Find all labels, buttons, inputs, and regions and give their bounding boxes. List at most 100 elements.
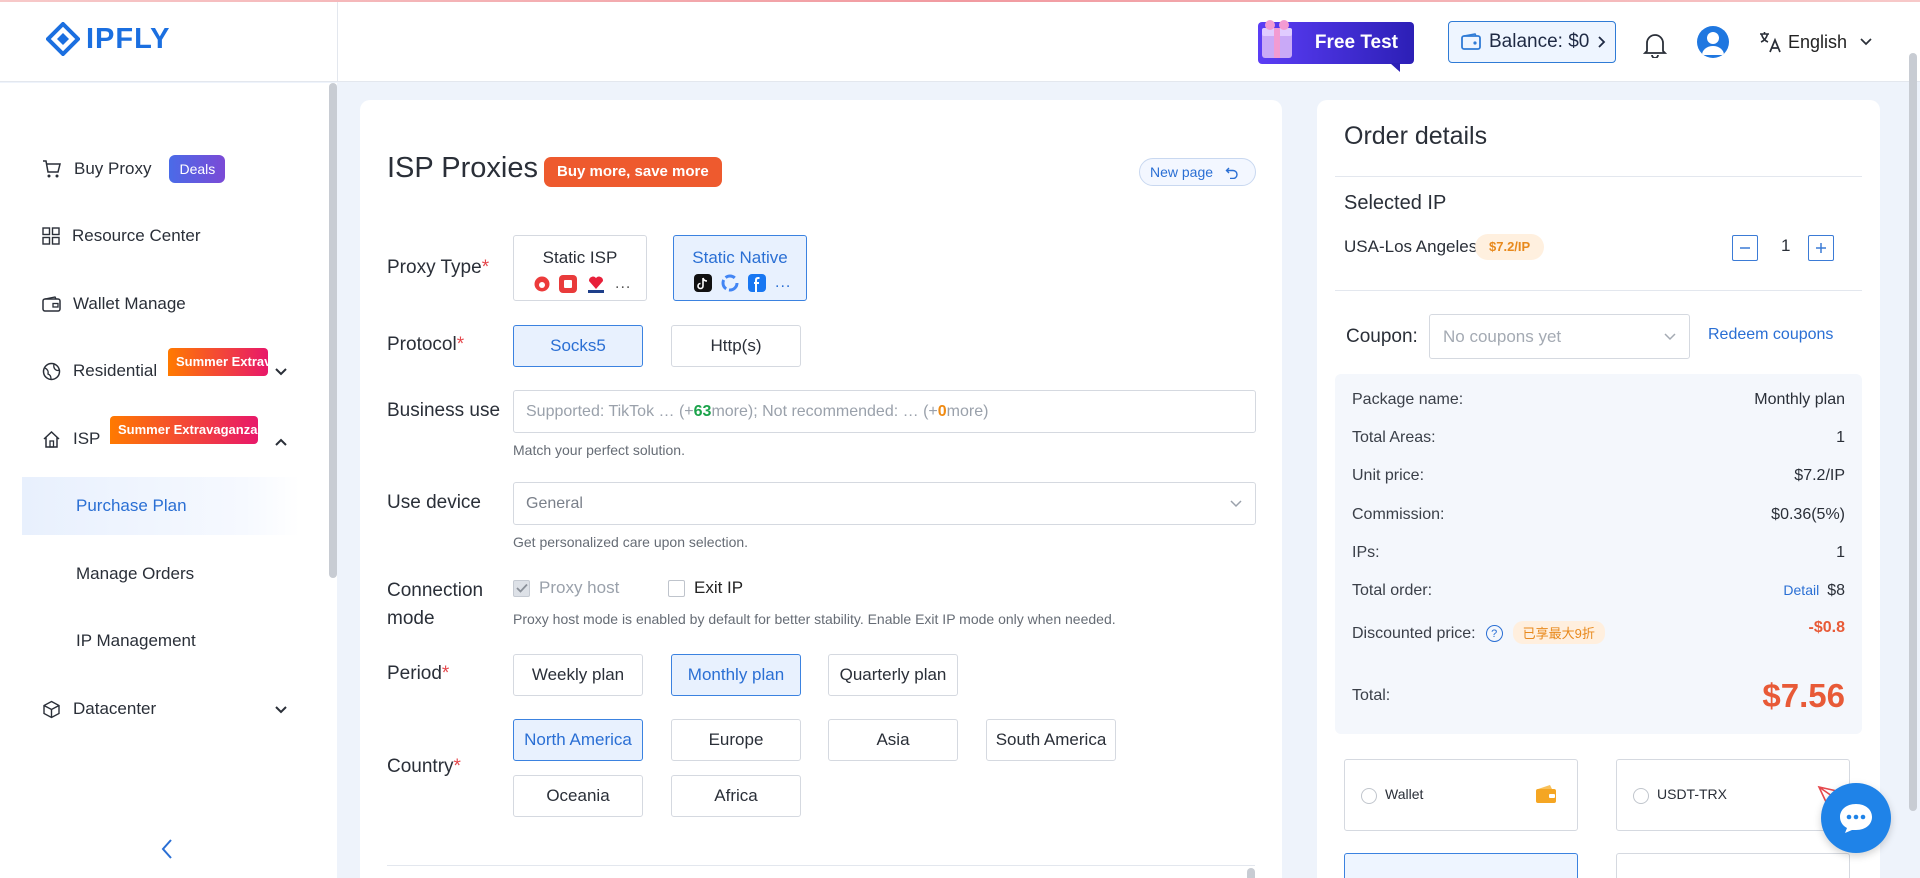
summary-label: Discounted price: (1352, 625, 1476, 642)
free-test-tail (1390, 63, 1400, 72)
decrease-quantity-button[interactable] (1732, 235, 1758, 261)
chevron-down-icon[interactable] (274, 705, 288, 715)
summary-row-areas: Total Areas: 1 (1352, 429, 1845, 447)
language-label: English (1788, 31, 1848, 52)
cart-icon (43, 160, 61, 178)
payment-option-selected[interactable] (1344, 853, 1578, 878)
page-scrollbar[interactable] (1909, 53, 1917, 811)
redeem-coupons-link[interactable]: Redeem coupons (1708, 326, 1833, 344)
collapse-sidebar-icon[interactable] (160, 838, 174, 860)
connection-mode-label-line2: mode (387, 608, 435, 629)
connection-mode-hint: Proxy host mode is enabled by default fo… (513, 611, 1116, 627)
summary-label-group: Discounted price:? 已享最大9折 (1352, 621, 1605, 644)
quantity-value: 1 (1781, 236, 1791, 255)
sidebar-item-datacenter[interactable]: Datacenter (42, 699, 156, 719)
detail-link[interactable]: Detail (1783, 582, 1819, 598)
period-option-monthly[interactable]: Monthly plan (671, 654, 801, 696)
chat-support-button[interactable] (1821, 783, 1891, 853)
payment-option-usdt-trx[interactable]: USDT-TRX (1616, 759, 1850, 831)
chevron-down-icon (1860, 38, 1872, 46)
country-option-south-america[interactable]: South America (986, 719, 1116, 761)
sidebar-label-resource-center: Resource Center (72, 226, 201, 245)
page-title: ISP Proxies (387, 152, 538, 184)
payment-option[interactable] (1616, 853, 1850, 878)
sidebar-item-isp[interactable]: ISP (42, 429, 100, 449)
connection-mode-label: Connection mode (387, 577, 483, 633)
brand-logo[interactable]: IPFLY (46, 22, 171, 56)
exit-ip-label: Exit IP (694, 578, 744, 597)
radio-button (1633, 788, 1649, 804)
balance-label: Balance: $0 (1489, 31, 1590, 52)
weibo-icon (534, 276, 550, 292)
payment-option-wallet[interactable]: Wallet (1344, 759, 1578, 831)
not-recommended-count: 0 (937, 402, 947, 420)
radio-button (1361, 788, 1377, 804)
top-header: IPFLY Free Test Balance: $0 English (0, 2, 1920, 82)
sidebar-item-ip-management[interactable]: IP Management (76, 631, 196, 651)
country-label-text: Country (387, 756, 454, 777)
check-icon (515, 583, 528, 593)
header-divider (337, 2, 338, 82)
period-option-quarterly[interactable]: Quarterly plan (828, 654, 958, 696)
free-test-button[interactable]: Free Test (1258, 20, 1414, 72)
sidebar-scrollbar[interactable] (329, 83, 337, 578)
new-page-toggle[interactable]: New page (1139, 158, 1256, 186)
proxy-type-static-native[interactable]: Static Native ... (673, 235, 807, 301)
sidebar-label-wallet-manage: Wallet Manage (73, 294, 186, 313)
proxy-type-static-isp[interactable]: Static ISP ... (513, 235, 647, 301)
order-details-card: Order details Selected IP USA-Los Angele… (1317, 100, 1880, 878)
summary-label: Commission: (1352, 506, 1445, 523)
coupon-placeholder: No coupons yet (1443, 326, 1562, 346)
period-option-weekly[interactable]: Weekly plan (513, 654, 643, 696)
help-icon[interactable]: ? (1485, 625, 1503, 643)
plus-icon (1816, 243, 1826, 253)
balance-button[interactable]: Balance: $0 (1448, 21, 1616, 63)
required-marker: * (441, 663, 450, 684)
coupon-select[interactable]: No coupons yet (1429, 314, 1690, 359)
discount-value: -$0.8 (1808, 618, 1845, 636)
language-selector[interactable]: English (1758, 30, 1873, 54)
sidebar-item-manage-orders[interactable]: Manage Orders (76, 564, 194, 584)
summary-value: Monthly plan (1754, 391, 1845, 408)
user-avatar[interactable] (1697, 26, 1729, 58)
main-scrollbar[interactable] (1247, 868, 1255, 878)
sidebar-item-wallet-manage[interactable]: Wallet Manage (42, 294, 186, 314)
sidebar-item-buy-proxy[interactable]: Buy Proxy Deals (42, 155, 226, 183)
summary-row-package: Package name: Monthly plan (1352, 391, 1845, 409)
chevron-down-icon (1230, 500, 1242, 508)
country-option-north-america[interactable]: North America (513, 719, 643, 761)
summary-row-total-order: Total order: Detail $8 (1352, 582, 1845, 600)
exit-ip-checkbox[interactable]: Exit IP (668, 578, 743, 598)
protocol-option-socks5[interactable]: Socks5 (513, 325, 643, 367)
summary-label: Total Areas: (1352, 429, 1436, 446)
business-use-label: Business use (387, 400, 501, 421)
bell-icon[interactable] (1643, 32, 1667, 58)
sidebar-item-resource-center[interactable]: Resource Center (42, 226, 201, 246)
country-option-africa[interactable]: Africa (671, 775, 801, 817)
purchase-form-card: ISP Proxies Buy more, save more New page… (360, 100, 1282, 878)
tiktok-icon (694, 274, 712, 292)
proxy-host-checkbox[interactable]: Proxy host (513, 578, 619, 598)
country-option-europe[interactable]: Europe (671, 719, 801, 761)
protocol-option-https[interactable]: Http(s) (671, 325, 801, 367)
logo-icon (46, 22, 80, 56)
sidebar-label-residential: Residential (73, 361, 158, 380)
use-device-select[interactable]: General (513, 482, 1256, 525)
chevron-down-icon[interactable] (274, 367, 288, 377)
sidebar-item-residential[interactable]: Residential (42, 361, 157, 381)
business-use-select[interactable]: Supported: TikTok … (+ 63 more); Not reco… (513, 390, 1256, 433)
proxy-type-app-icons: ... (534, 274, 631, 294)
country-option-oceania[interactable]: Oceania (513, 775, 643, 817)
country-option-asia[interactable]: Asia (828, 719, 958, 761)
sidebar-item-purchase-plan[interactable]: Purchase Plan (76, 496, 187, 516)
residential-promo-tag: Summer Extrava (168, 348, 268, 376)
period-label-text: Period (387, 663, 442, 684)
order-summary: Package name: Monthly plan Total Areas: … (1335, 374, 1862, 734)
cube-icon (43, 700, 60, 718)
ip-price-badge: $7.2/IP (1475, 234, 1545, 260)
required-marker: * (481, 257, 490, 278)
divider (1335, 290, 1862, 291)
chevron-up-icon[interactable] (274, 437, 288, 447)
required-marker: * (453, 756, 461, 777)
increase-quantity-button[interactable] (1808, 235, 1834, 261)
